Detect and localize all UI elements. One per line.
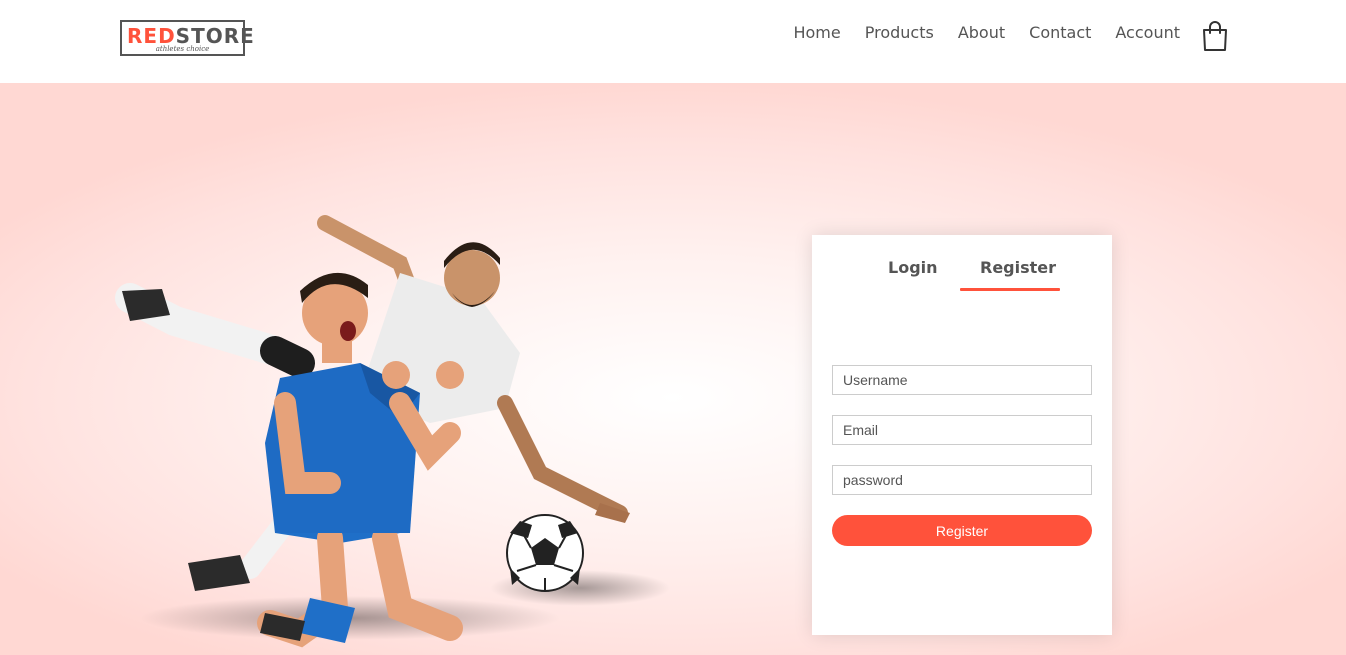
nav-item-about[interactable]: About [958, 22, 1005, 44]
email-input[interactable] [832, 415, 1092, 445]
nav-item-account[interactable]: Account [1115, 22, 1180, 44]
nav-item-products[interactable]: Products [865, 22, 934, 44]
tab-login[interactable]: Login [888, 257, 938, 279]
tab-register[interactable]: Register [980, 257, 1056, 279]
nav-item-home[interactable]: Home [793, 22, 840, 44]
register-form-card: Login Register Register [812, 235, 1112, 635]
football-players-image [115, 215, 670, 648]
nav-item-contact[interactable]: Contact [1029, 22, 1091, 44]
active-tab-indicator [960, 288, 1060, 291]
password-input[interactable] [832, 465, 1092, 495]
register-button[interactable]: Register [832, 515, 1092, 546]
nav-menu: Home Products About Contact Account [793, 22, 1180, 44]
hero-section: Login Register Register [0, 83, 1346, 655]
username-input[interactable] [832, 365, 1092, 395]
logo[interactable]: REDSTORE athletes choice [120, 20, 254, 56]
navbar: REDSTORE athletes choice Home Products A… [0, 0, 1346, 83]
form-tabs: Login Register [812, 257, 1112, 297]
logo-tagline: athletes choice [155, 45, 210, 53]
shopping-bag-icon[interactable] [1201, 20, 1229, 52]
